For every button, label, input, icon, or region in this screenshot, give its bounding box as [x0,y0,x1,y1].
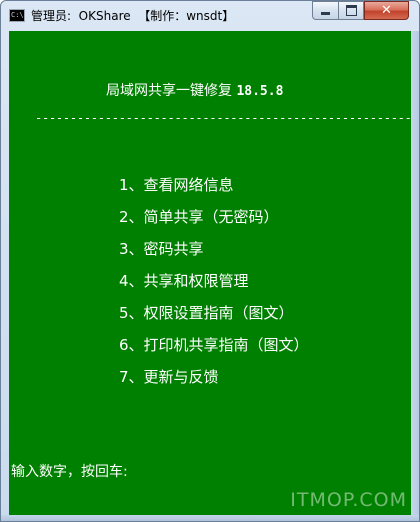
maximize-button[interactable] [338,1,364,20]
console-window: C:\ 管理员: OKShare 【制作：wnsdt】 ✕ 局域网共享一键修复 … [0,0,420,522]
option-menu: 1、查看网络信息 2、简单共享（无密码） 3、密码共享 4、共享和权限管理 5、… [119,174,309,398]
title-bar[interactable]: C:\ 管理员: OKShare 【制作：wnsdt】 ✕ [1,1,419,31]
minimize-button[interactable] [312,1,338,20]
menu-option-5: 5、权限设置指南（图文） [119,304,294,322]
window-bottom-border [1,515,419,521]
menu-option-1: 1、查看网络信息 [119,176,234,194]
console-output[interactable]: 局域网共享一键修复 18.5.8 -----------------------… [9,31,413,515]
menu-option-3: 3、密码共享 [119,240,204,258]
separator-line: ----------------------------------------… [35,111,413,125]
version-text: 18.5.8 [236,84,284,99]
close-icon: ✕ [381,3,392,18]
input-prompt[interactable]: 输入数字，按回车: [11,461,128,481]
window-right-border [411,31,419,515]
minimize-icon [321,12,330,15]
menu-option-6: 6、打印机共享指南（图文） [119,336,309,354]
heading-text: 局域网共享一键修复 [106,83,232,99]
watermark: ITMOP.COM [290,489,407,511]
menu-option-4: 4、共享和权限管理 [119,272,249,290]
menu-option-7: 7、更新与反馈 [119,368,219,386]
maximize-icon [345,5,357,16]
console-icon[interactable]: C:\ [9,9,25,22]
window-title: 管理员: OKShare 【制作：wnsdt】 [31,9,235,23]
console-heading: 局域网共享一键修复 18.5.8 [106,80,283,100]
menu-option-2: 2、简单共享（无密码） [119,208,279,226]
close-button[interactable]: ✕ [364,1,409,20]
